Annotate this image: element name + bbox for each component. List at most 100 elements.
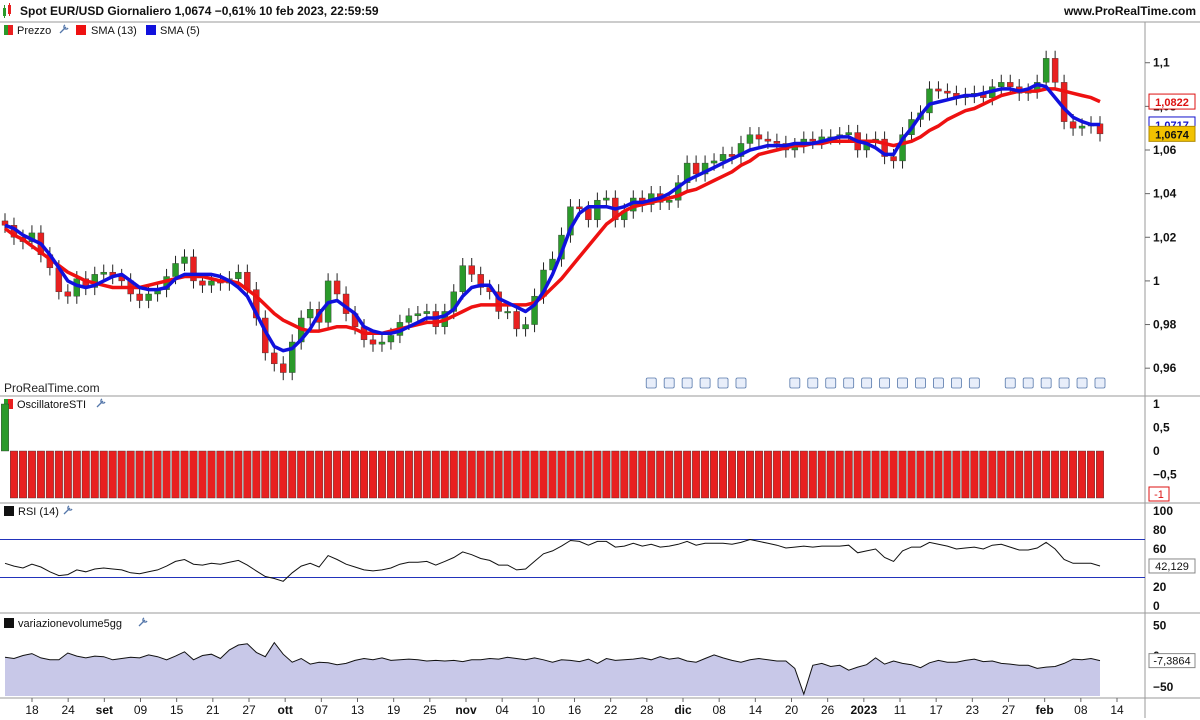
calendar-event-icon [681,377,693,389]
oscillator-bar [440,450,449,499]
calendar-event-icon [1094,377,1106,389]
x-tick-label: 13 [351,703,365,717]
x-tick-label: dic [674,703,692,717]
oscillator-bar [1069,450,1078,499]
candle-up [414,313,422,317]
rsi-tick-label: 60 [1153,542,1167,556]
oscillator-bar [54,450,63,499]
oscillator-bar [970,450,979,499]
oscillator-bar [602,450,611,499]
oscillator-bar [18,450,27,499]
oscillator-bar [521,450,530,499]
x-tick-label: nov [455,703,477,717]
oscillator-bar [997,450,1006,499]
oscillator-bar [772,450,781,499]
oscillator-bar [395,450,404,499]
volume-tick-label: −50 [1153,680,1174,694]
oscillator-bar [261,450,270,499]
x-tick-label: 04 [495,703,509,717]
x-tick-label: 22 [604,703,618,717]
oscillator-bar [835,450,844,499]
oscillator-bar [1096,450,1104,499]
oscillator-bar [979,450,988,499]
oscillator-bar [297,450,306,499]
site-link[interactable]: www.ProRealTime.com [1063,4,1196,18]
oscillator-bar [826,450,835,499]
x-tick-label: 20 [785,703,799,717]
oscillator-bar [162,450,171,499]
candle-down [935,88,942,92]
oscillator-bar [880,450,889,499]
watermark: ProRealTime.com [4,381,100,395]
wrench-icon[interactable] [138,617,148,627]
candle-up [172,263,179,277]
oscillator-bar [216,450,225,499]
candle-up [405,315,413,323]
oscillator-bar [1087,450,1095,499]
volume-panel [4,641,1101,696]
oscillator-bar [988,450,997,499]
price-tick-label: 1,1 [1153,56,1170,70]
x-tick-label: 14 [749,703,763,717]
x-tick-label: 07 [315,703,329,717]
x-tick-label: 19 [387,703,401,717]
oscillator-bar [467,450,476,499]
calendar-event-icon [789,377,801,389]
oscillator-bar [584,450,593,499]
x-tick-label: 28 [640,703,654,717]
oscillator-bar [404,450,413,499]
oscillator-last-label: -1 [1154,489,1164,501]
candle-down [944,90,951,94]
candle-down [136,293,143,301]
oscillator-bar [342,450,351,499]
candle-down [1007,82,1014,87]
oscillator-bar [943,450,952,499]
oscillator-tick-label: 0,5 [1153,421,1170,435]
candle-down [773,141,781,144]
candle-up [235,271,242,279]
oscillator-bar [153,450,162,499]
calendar-event-icon [968,377,980,389]
candle-up [423,311,431,314]
volume-area [5,642,1100,696]
oscillator-bar [593,450,602,499]
rsi-panel [0,538,1145,582]
candle-down [1060,82,1068,122]
candle-up [459,265,466,293]
legend-sma5-label: SMA (5) [160,25,200,37]
sma13-line [3,87,1101,336]
oscillator-bar [117,450,126,499]
wrench-icon[interactable] [96,398,106,408]
oscillator-bar [10,450,18,499]
candle-up [1042,58,1050,83]
candle-up [522,324,529,330]
wrench-icon[interactable] [59,24,69,34]
x-tick-label: 27 [242,703,256,717]
calendar-event-icon [879,377,890,389]
oscillator-bar [63,450,72,499]
oscillator-bar [557,450,566,499]
oscillator-bar [386,450,395,499]
oscillator-bar [934,450,943,499]
oscillator-bar [81,450,90,499]
rsi-line [4,538,1101,582]
x-tick-label: 16 [568,703,582,717]
volume-last-label: -7,3864 [1153,656,1190,668]
oscillator-bar [692,450,701,499]
oscillator-bar [808,450,817,499]
oscillator-bar [306,450,315,499]
last-price-tag: 1,0674 [1155,129,1190,141]
x-tick-label: 24 [61,703,75,717]
candle-down [468,265,475,275]
x-tick-label: 25 [423,703,437,717]
rsi-tick-label: 100 [1153,504,1173,518]
oscillator-bar [270,450,279,499]
oscillator-bar [745,450,754,499]
oscillator-bar [925,450,934,499]
candle-down [692,162,700,175]
oscillator-bar [413,450,422,499]
oscillator-bar [575,450,584,499]
rsi-axis: 10080604020042,129 [1148,504,1196,613]
price-axis: 1,11,081,061,041,0210,980,961,08221,0717… [1145,56,1196,375]
wrench-icon[interactable] [63,505,73,515]
